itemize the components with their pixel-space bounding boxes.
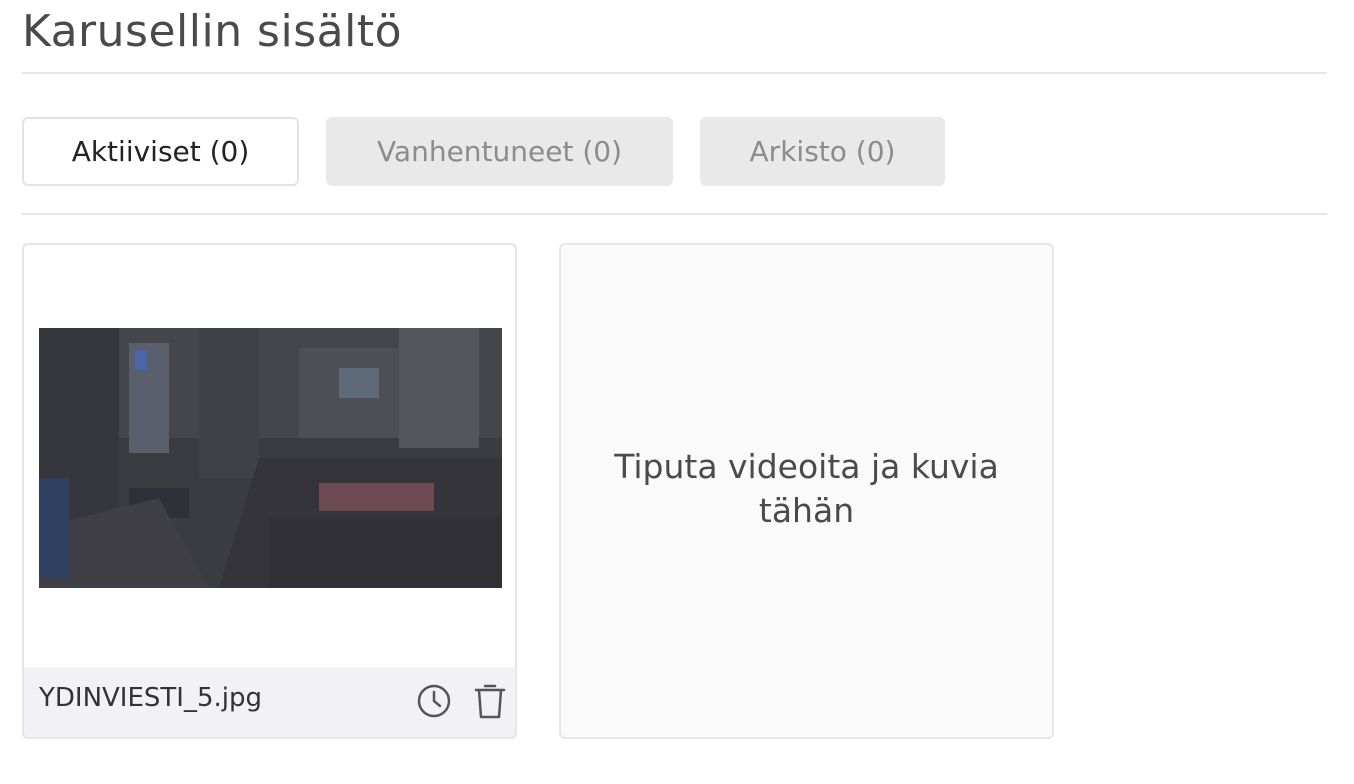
station-photo — [39, 328, 502, 588]
title-divider — [22, 72, 1327, 74]
dropzone-text: Tiputa videoita ja kuvia tähän — [614, 447, 999, 530]
tab-expired[interactable]: Vanhentuneet (0) — [326, 117, 673, 186]
media-card-footer: YDINVIESTI_5.jpg — [24, 667, 515, 737]
tabs-divider — [22, 213, 1327, 215]
delete-button[interactable] — [470, 681, 510, 721]
carousel-content-page: Karusellin sisältö Aktiiviset (0) Vanhen… — [0, 0, 1354, 784]
trash-icon — [474, 684, 506, 719]
clock-icon — [417, 684, 451, 718]
page-title: Karusellin sisältö — [22, 6, 402, 57]
media-card[interactable]: YDINVIESTI_5.jpg — [22, 243, 517, 739]
media-filename: YDINVIESTI_5.jpg — [39, 683, 262, 713]
tab-archive[interactable]: Arkisto (0) — [700, 117, 945, 186]
schedule-button[interactable] — [414, 681, 454, 721]
tab-active[interactable]: Aktiiviset (0) — [22, 117, 299, 186]
media-thumbnail[interactable] — [39, 328, 502, 588]
upload-dropzone[interactable]: Tiputa videoita ja kuvia tähän — [559, 243, 1054, 739]
